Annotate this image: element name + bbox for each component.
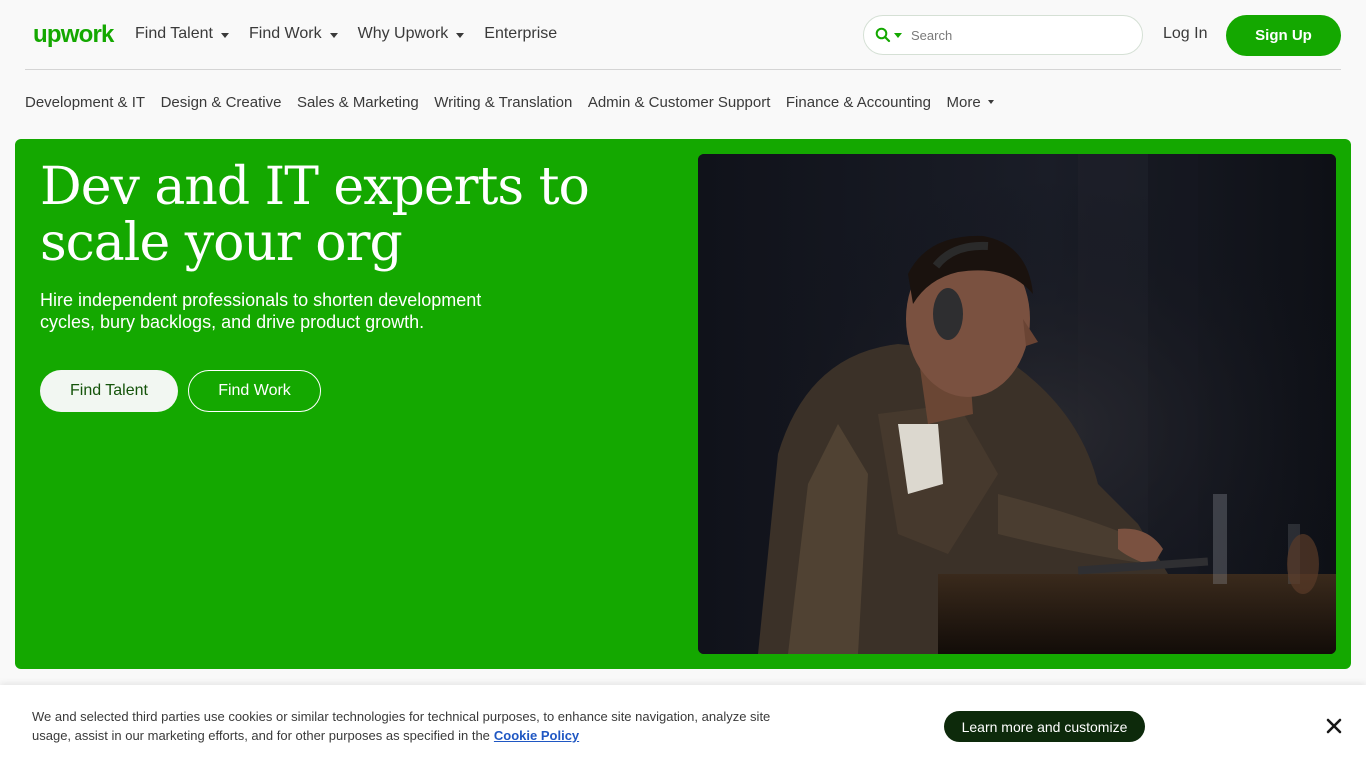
category-development-it[interactable]: Development & IT (25, 92, 145, 112)
hero-find-work-button[interactable]: Find Work (188, 370, 321, 412)
cookie-banner: We and selected third parties use cookie… (0, 685, 1366, 768)
hero-find-talent-button[interactable]: Find Talent (40, 370, 178, 412)
nav-why-upwork[interactable]: Why Upwork (358, 22, 465, 46)
close-icon[interactable] (1324, 716, 1344, 736)
search-type-dropdown-icon[interactable] (894, 32, 902, 38)
category-finance-accounting[interactable]: Finance & Accounting (786, 92, 931, 112)
nav-find-talent[interactable]: Find Talent (135, 22, 229, 46)
nav-find-work[interactable]: Find Work (249, 22, 338, 46)
hero-title: Dev and IT experts to scale your org (40, 157, 590, 273)
category-admin-support[interactable]: Admin & Customer Support (588, 92, 771, 112)
developer-photo (698, 154, 1336, 654)
category-sales-marketing[interactable]: Sales & Marketing (297, 92, 419, 112)
learn-more-customize-button[interactable]: Learn more and customize (944, 711, 1145, 742)
chevron-down-icon (987, 100, 994, 104)
category-more[interactable]: More (946, 92, 994, 112)
login-link[interactable]: Log In (1163, 25, 1207, 43)
upwork-logo[interactable]: upwork (33, 20, 117, 48)
hero-section: Dev and IT experts to scale your org Hir… (15, 139, 1351, 669)
upwork-logo-text: upwork (33, 21, 115, 48)
search-icon[interactable] (875, 27, 891, 43)
nav-enterprise-label: Enterprise (484, 25, 558, 42)
signup-button[interactable]: Sign Up (1226, 15, 1341, 56)
nav-find-work-label: Find Work (248, 25, 322, 42)
category-design-creative[interactable]: Design & Creative (161, 92, 282, 112)
chevron-down-icon (220, 32, 229, 38)
cookie-text-block: We and selected third parties use cookie… (32, 707, 772, 745)
cookie-message: We and selected third parties use cookie… (32, 709, 771, 743)
search-box[interactable] (863, 15, 1143, 55)
header-divider (25, 69, 1341, 70)
nav-find-talent-label: Find Talent (135, 25, 213, 42)
category-nav: Development & IT Design & Creative Sales… (25, 92, 1009, 112)
category-more-label: More (946, 93, 981, 111)
hero-subtitle: Hire independent professionals to shorte… (40, 290, 482, 332)
category-writing-translation[interactable]: Writing & Translation (434, 92, 572, 112)
search-input[interactable] (911, 27, 1121, 43)
nav-enterprise[interactable]: Enterprise (484, 22, 557, 46)
chevron-down-icon (456, 32, 465, 38)
cookie-policy-link[interactable]: Cookie Policy (494, 728, 579, 743)
nav-why-upwork-label: Why Upwork (357, 25, 449, 42)
top-header: upwork Find Talent Find Work Why Upwork … (0, 0, 1366, 70)
main-nav: Find Talent Find Work Why Upwork Enterpr… (135, 22, 577, 46)
chevron-down-icon (329, 32, 338, 38)
